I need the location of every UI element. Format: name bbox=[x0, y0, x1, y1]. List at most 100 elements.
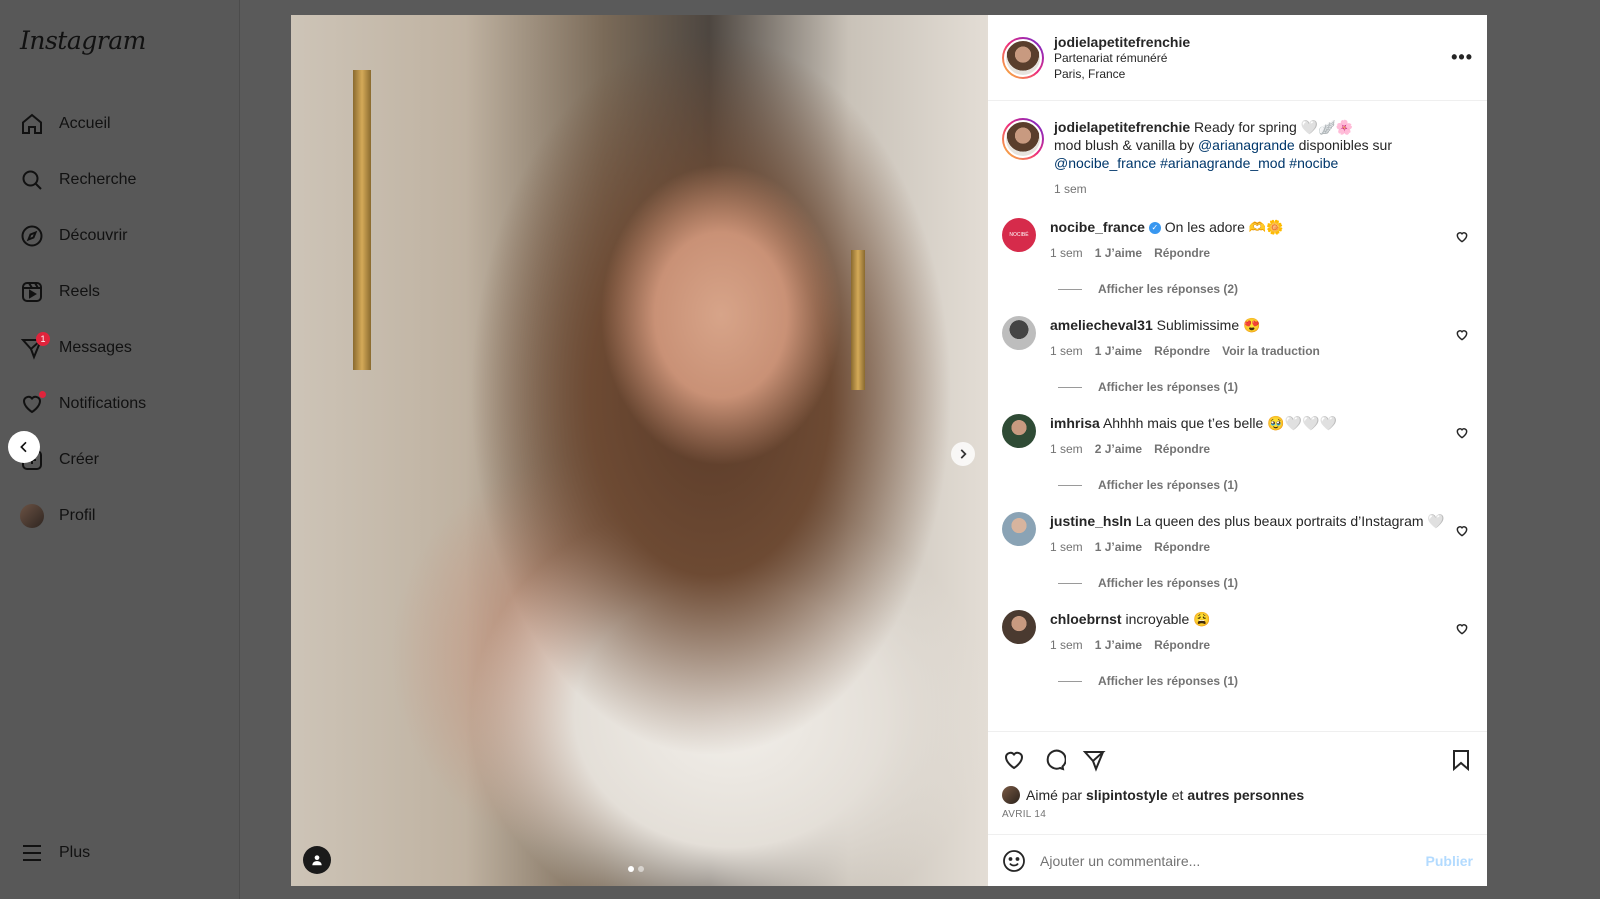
like-comment-icon[interactable] bbox=[1455, 328, 1469, 342]
reply-button[interactable]: Répondre bbox=[1154, 342, 1210, 360]
carousel-next-button[interactable] bbox=[951, 442, 975, 466]
like-comment-icon[interactable] bbox=[1455, 230, 1469, 244]
tagged-people-button[interactable] bbox=[303, 846, 331, 874]
caption: jodielapetitefrenchie Ready for spring 🤍… bbox=[1002, 118, 1473, 198]
timestamp[interactable]: 1 sem bbox=[1054, 180, 1087, 198]
sidebar-item-label: Découvrir bbox=[59, 227, 128, 244]
sidebar-item-label: Notifications bbox=[59, 395, 147, 412]
comments-list[interactable]: jodielapetitefrenchie Ready for spring 🤍… bbox=[988, 102, 1487, 730]
comment-body: incroyable 😩 bbox=[1125, 611, 1211, 627]
view-replies-button[interactable]: Afficher les réponses (1) bbox=[1058, 576, 1473, 590]
comment-text: nocibe_france ✓ On les adore 🫶🌼 1 sem 1 … bbox=[1050, 218, 1473, 262]
view-replies-button[interactable]: Afficher les réponses (2) bbox=[1058, 282, 1473, 296]
comment-icon[interactable] bbox=[1042, 748, 1066, 772]
likes-count[interactable]: 1 J’aime bbox=[1095, 538, 1142, 556]
user-icon bbox=[312, 855, 322, 866]
likes-count[interactable]: 1 J’aime bbox=[1095, 244, 1142, 262]
sidebar-item-accueil[interactable]: Accueil bbox=[0, 96, 240, 152]
caption-meta: 1 sem bbox=[1054, 180, 1473, 198]
comment-input[interactable] bbox=[1040, 852, 1426, 869]
reply-button[interactable]: Répondre bbox=[1154, 636, 1210, 654]
likes-count[interactable]: 1 J’aime bbox=[1095, 636, 1142, 654]
view-replies-button[interactable]: Afficher les réponses (1) bbox=[1058, 478, 1473, 492]
avatar[interactable]: NOCIBÉ bbox=[1002, 218, 1036, 252]
translate-button[interactable]: Voir la traduction bbox=[1222, 342, 1320, 360]
comment-username[interactable]: ameliecheval31 bbox=[1050, 317, 1153, 333]
post-header: jodielapetitefrenchie Partenariat rémuné… bbox=[988, 15, 1487, 101]
sidebar-item-notifications[interactable]: Notifications bbox=[0, 376, 240, 432]
sidebar-item-label: Messages bbox=[59, 339, 132, 356]
avatar[interactable] bbox=[1002, 118, 1044, 160]
location-link[interactable]: Paris, France bbox=[1054, 66, 1451, 82]
view-replies-button[interactable]: Afficher les réponses (1) bbox=[1058, 380, 1473, 394]
avatar[interactable] bbox=[1002, 786, 1020, 804]
sidebar-item-label: Créer bbox=[59, 451, 100, 468]
emoji-icon[interactable] bbox=[1002, 849, 1026, 873]
verified-badge-icon: ✓ bbox=[1148, 222, 1161, 235]
view-replies-button[interactable]: Afficher les réponses (1) bbox=[1058, 674, 1473, 688]
likes-count[interactable]: 1 J’aime bbox=[1095, 342, 1142, 360]
like-icon[interactable] bbox=[1002, 748, 1026, 772]
more-options-icon[interactable]: ••• bbox=[1451, 47, 1473, 68]
reply-button[interactable]: Répondre bbox=[1154, 440, 1210, 458]
avatar[interactable] bbox=[1002, 610, 1036, 644]
sidebar-item-decouvrir[interactable]: Découvrir bbox=[0, 208, 240, 264]
share-icon[interactable] bbox=[1082, 748, 1106, 772]
sidebar-item-reels[interactable]: Reels bbox=[0, 264, 240, 320]
timestamp[interactable]: 1 sem bbox=[1050, 538, 1083, 556]
timestamp[interactable]: 1 sem bbox=[1050, 636, 1083, 654]
author-username[interactable]: jodielapetitefrenchie bbox=[1054, 34, 1451, 50]
comment-username[interactable]: chloebrnst bbox=[1050, 611, 1122, 627]
likes-count[interactable]: 2 J’aime bbox=[1095, 440, 1142, 458]
sidebar-item-plus[interactable]: Plus bbox=[0, 825, 240, 881]
like-comment-icon[interactable] bbox=[1455, 524, 1469, 538]
timestamp[interactable]: 1 sem bbox=[1050, 244, 1083, 262]
like-comment-icon[interactable] bbox=[1455, 622, 1469, 636]
reply-button[interactable]: Répondre bbox=[1154, 244, 1210, 262]
timestamp[interactable]: 1 sem bbox=[1050, 342, 1083, 360]
comment-row: chloebrnst incroyable 😩 1 sem 1 J’aime R… bbox=[1002, 610, 1473, 654]
avatar[interactable] bbox=[1002, 414, 1036, 448]
home-icon bbox=[18, 110, 46, 138]
timestamp[interactable]: 1 sem bbox=[1050, 440, 1083, 458]
sidebar-item-label: Reels bbox=[59, 283, 100, 300]
comment-meta: 1 sem 2 J’aime Répondre bbox=[1050, 440, 1445, 458]
sidebar-item-label: Profil bbox=[59, 507, 96, 524]
post-photo[interactable] bbox=[291, 15, 988, 886]
post-actions: Aimé par slipintostyle et autres personn… bbox=[988, 731, 1487, 820]
post-date[interactable]: AVRIL 14 bbox=[1002, 809, 1473, 820]
hashtag-link[interactable]: #arianagrande_mod bbox=[1160, 155, 1285, 171]
wall-lamp bbox=[851, 250, 865, 390]
instagram-logo[interactable]: Instagram bbox=[20, 26, 146, 55]
comment-username[interactable]: nocibe_france bbox=[1050, 219, 1145, 235]
liked-by-others[interactable]: autres personnes bbox=[1187, 787, 1304, 803]
mention-link[interactable]: @arianagrande bbox=[1198, 137, 1295, 153]
like-comment-icon[interactable] bbox=[1455, 426, 1469, 440]
sidebar-item-messages[interactable]: 1 Messages bbox=[0, 320, 240, 376]
comment-body: Ahhhh mais que t’es belle 🥹🤍🤍🤍 bbox=[1102, 415, 1337, 431]
comment-body: On les adore 🫶🌼 bbox=[1164, 219, 1284, 235]
notification-dot bbox=[39, 391, 46, 398]
comment-username[interactable]: justine_hsln bbox=[1050, 513, 1132, 529]
sidebar-item-label: Accueil bbox=[59, 115, 111, 132]
wall-lamp bbox=[353, 70, 371, 370]
bookmark-icon[interactable] bbox=[1449, 748, 1473, 772]
caption-line1: Ready for spring 🤍🪽🌸 bbox=[1194, 119, 1353, 135]
sidebar-item-recherche[interactable]: Recherche bbox=[0, 152, 240, 208]
avatar[interactable] bbox=[1002, 36, 1044, 79]
previous-post-button[interactable] bbox=[8, 431, 40, 463]
comment-meta: 1 sem 1 J’aime Répondre bbox=[1050, 538, 1445, 556]
avatar[interactable] bbox=[1002, 512, 1036, 546]
hashtag-link[interactable]: #nocibe bbox=[1289, 155, 1338, 171]
publish-button[interactable]: Publier bbox=[1426, 853, 1473, 869]
paid-partnership-label[interactable]: Partenariat rémunéré bbox=[1054, 50, 1451, 66]
comment-username[interactable]: imhrisa bbox=[1050, 415, 1100, 431]
caption-username[interactable]: jodielapetitefrenchie bbox=[1054, 119, 1190, 135]
caption-line2: mod blush & vanilla by bbox=[1054, 137, 1198, 153]
reply-button[interactable]: Répondre bbox=[1154, 538, 1210, 556]
sidebar-item-profil[interactable]: Profil bbox=[0, 488, 240, 544]
liked-by-user[interactable]: slipintostyle bbox=[1086, 787, 1168, 803]
mention-link[interactable]: @nocibe_france bbox=[1054, 155, 1156, 171]
comment-body: Sublimissime 😍 bbox=[1156, 317, 1261, 333]
avatar[interactable] bbox=[1002, 316, 1036, 350]
